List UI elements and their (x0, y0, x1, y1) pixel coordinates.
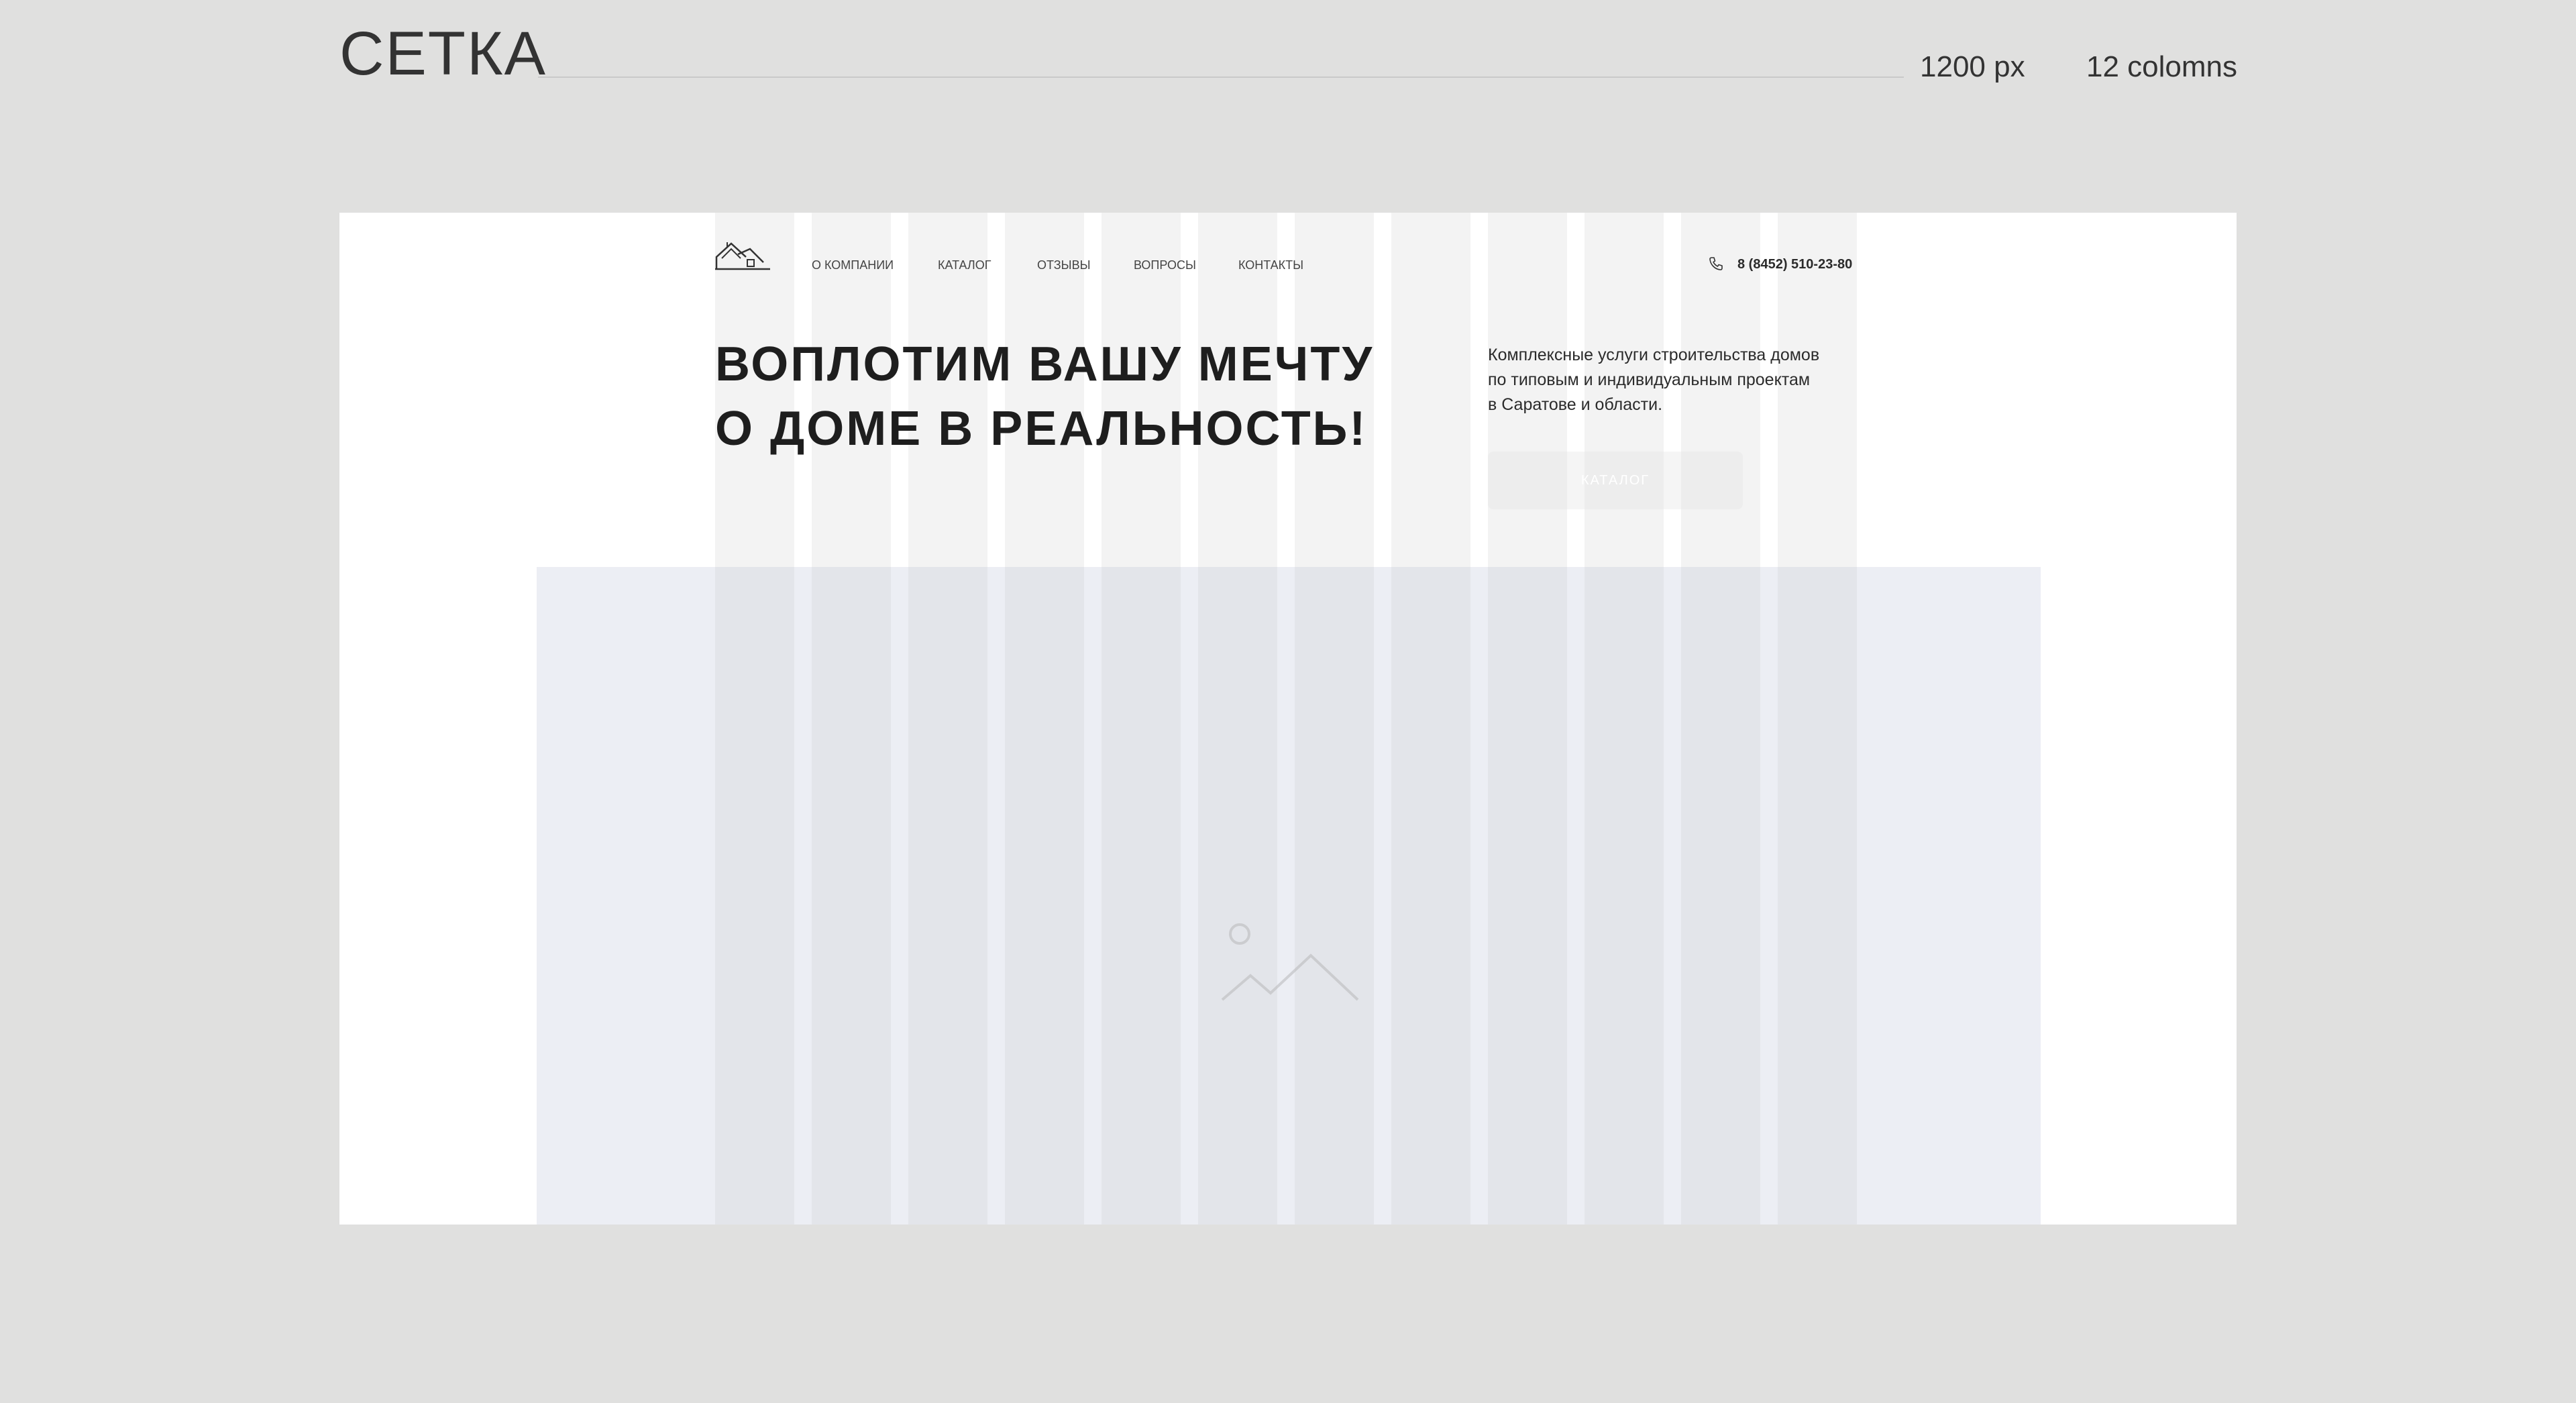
catalog-button[interactable]: КАТАЛОГ (1488, 452, 1743, 509)
nav-item-reviews[interactable]: ОТЗЫВЫ (1037, 259, 1091, 271)
hero-description: Комплексные услуги строительства домов п… (1488, 343, 1890, 417)
nav-item-catalog[interactable]: КАТАЛОГ (938, 259, 991, 271)
nav-item-faq[interactable]: ВОПРОСЫ (1134, 259, 1196, 271)
page-title: СЕТКА (339, 19, 547, 88)
nav-item-about[interactable]: О КОМПАНИИ (812, 259, 894, 271)
hero-description-line: Комплексные услуги строительства домов (1488, 346, 1820, 364)
nav-item-contacts[interactable]: КОНТАКТЫ (1238, 259, 1303, 271)
house-logo-icon[interactable] (715, 240, 770, 272)
hero-description-line: в Саратове и области. (1488, 395, 1663, 414)
phone-number-link[interactable]: 8 (8452) 510-23-80 (1737, 258, 1852, 271)
grid-columns-label: 12 colomns (2086, 50, 2238, 83)
hero-title: ВОПЛОТИМ ВАШУ МЕЧТУ О ДОМЕ В РЕАЛЬНОСТЬ! (715, 332, 1520, 461)
mockup-canvas: О КОМПАНИИ КАТАЛОГ ОТЗЫВЫ ВОПРОСЫ КОНТАК… (339, 213, 2237, 1225)
phone-icon (1709, 257, 1723, 270)
grid-width-label: 1200 px (1920, 50, 2025, 83)
hero-title-line: ВОПЛОТИМ ВАШУ МЕЧТУ (715, 337, 1375, 391)
hero-description-line: по типовым и индивидуальным проектам (1488, 370, 1811, 389)
hero-title-line: О ДОМЕ В РЕАЛЬНОСТЬ! (715, 402, 1368, 456)
title-divider (538, 76, 1904, 78)
